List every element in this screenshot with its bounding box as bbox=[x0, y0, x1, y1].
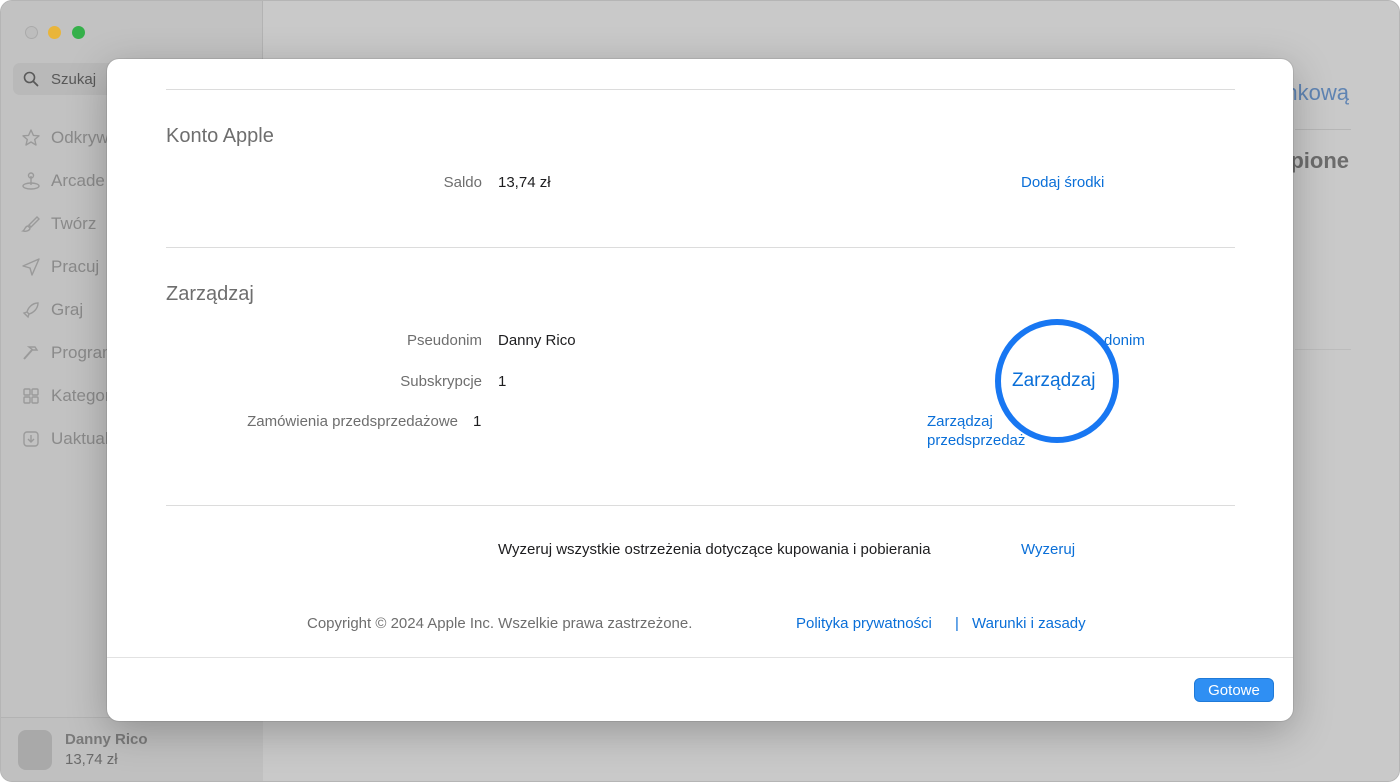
reset-warnings-link[interactable]: Wyzeruj bbox=[1021, 541, 1075, 558]
background-link[interactable]: nkową bbox=[1285, 80, 1349, 106]
download-icon bbox=[23, 431, 39, 447]
background-heading: pione bbox=[1290, 148, 1349, 173]
divider bbox=[107, 657, 1293, 658]
avatar bbox=[18, 730, 52, 770]
footer-separator: | bbox=[955, 615, 959, 632]
reset-warnings-text: Wyzeruj wszystkie ostrzeżenia dotyczące … bbox=[498, 541, 931, 558]
terms-link[interactable]: Warunki i zasady bbox=[972, 615, 1086, 632]
manage-subscriptions-link[interactable]: Zarządzaj bbox=[1012, 370, 1095, 392]
divider bbox=[1295, 349, 1351, 350]
balance-value: 13,74 zł bbox=[498, 174, 551, 191]
search-icon bbox=[23, 71, 39, 87]
account-button[interactable]: Danny Rico 13,74 zł bbox=[1, 717, 263, 781]
section-title-apple-account: Konto Apple bbox=[166, 125, 274, 147]
manage-preorders-link-line2[interactable]: przedsprzedaż bbox=[927, 432, 1025, 449]
brush-icon bbox=[21, 216, 40, 232]
preorders-label: Zamówienia przedsprzedażowe bbox=[247, 413, 458, 430]
nickname-label: Pseudonim bbox=[406, 332, 482, 349]
sidebar-item-play[interactable]: Graj bbox=[21, 297, 83, 323]
grid-icon bbox=[23, 388, 39, 404]
preorders-value: 1 bbox=[473, 413, 482, 430]
manage-preorders-link[interactable]: Zarządzaj bbox=[927, 413, 993, 430]
sidebar-item-create[interactable]: Twórz bbox=[21, 211, 96, 237]
rocket-icon bbox=[22, 302, 39, 319]
sidebar-item-work[interactable]: Pracuj bbox=[21, 254, 99, 280]
maximize-window-button[interactable] bbox=[72, 26, 85, 39]
star-icon bbox=[22, 129, 40, 146]
divider bbox=[166, 89, 1235, 90]
copyright-text: Copyright © 2024 Apple Inc. Wszelkie pra… bbox=[307, 615, 693, 632]
hammer-icon bbox=[23, 346, 39, 360]
sidebar-item-label: Pracuj bbox=[51, 257, 100, 276]
search-label: Szukaj bbox=[51, 71, 97, 88]
sidebar-item-arcade[interactable]: Arcade bbox=[21, 168, 105, 194]
user-name: Danny Rico bbox=[65, 731, 148, 748]
minimize-window-button[interactable] bbox=[48, 26, 61, 39]
section-title-manage: Zarządzaj bbox=[166, 283, 254, 305]
balance-label: Saldo bbox=[443, 174, 482, 191]
privacy-policy-link[interactable]: Polityka prywatności bbox=[796, 615, 932, 632]
sidebar-item-label: Graj bbox=[51, 300, 84, 319]
done-button[interactable]: Gotowe bbox=[1194, 678, 1274, 702]
divider bbox=[166, 247, 1235, 248]
account-settings-sheet: Konto Apple Saldo 13,74 zł Dodaj środki … bbox=[107, 59, 1293, 721]
add-funds-link[interactable]: Dodaj środki bbox=[1021, 174, 1104, 191]
change-nickname-link[interactable]: donim bbox=[1104, 332, 1145, 349]
nickname-value: Danny Rico bbox=[498, 332, 576, 349]
sidebar-item-label: Twórz bbox=[51, 214, 97, 233]
joystick-icon bbox=[22, 172, 40, 190]
subscriptions-value: 1 bbox=[498, 373, 507, 390]
sidebar-item-label: Arcade bbox=[51, 171, 105, 190]
subscriptions-label: Subskrypcje bbox=[400, 373, 482, 390]
divider bbox=[166, 505, 1235, 506]
close-window-button[interactable] bbox=[25, 26, 38, 39]
user-balance: 13,74 zł bbox=[65, 751, 118, 768]
divider bbox=[1295, 129, 1351, 130]
paper-plane-icon bbox=[22, 258, 40, 276]
